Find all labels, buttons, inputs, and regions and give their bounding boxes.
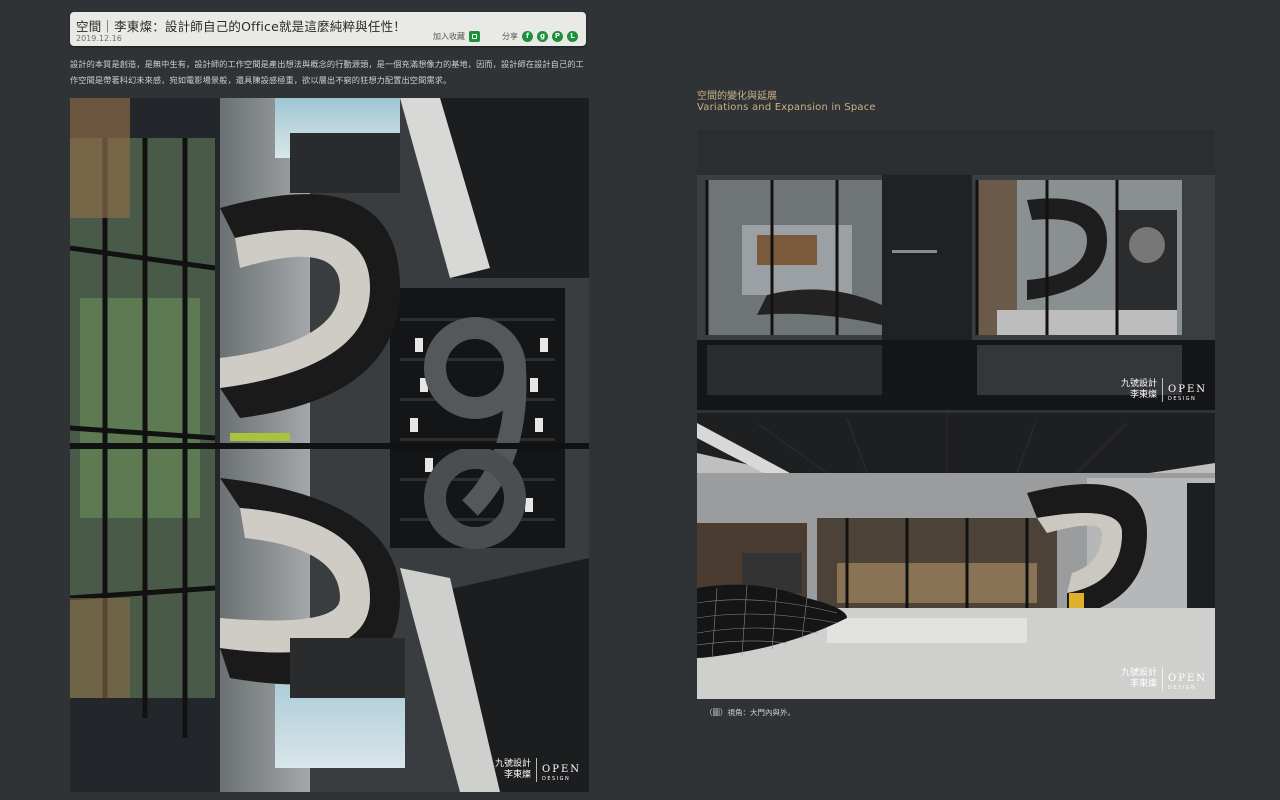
- line-icon[interactable]: L: [567, 31, 578, 42]
- staircase-photo: 九號設計 李東燦 OPEN DESIGN: [70, 98, 589, 792]
- watermark-brand: OPEN: [1168, 384, 1207, 395]
- watermark-company: 九號設計: [1121, 378, 1158, 389]
- watermark-brand: OPEN: [1168, 673, 1207, 684]
- watermark-designer: 李東燦: [504, 769, 532, 780]
- entrance-inside-photo: 九號設計 李東燦 OPEN DESIGN: [697, 413, 1215, 699]
- article-title: 空間｜李東燦：設計師自己的Office就是這麼純粹與任性！: [76, 19, 406, 34]
- facebook-icon[interactable]: f: [522, 31, 533, 42]
- bookmark-icon[interactable]: [469, 31, 480, 42]
- photo-watermark: 九號設計 李東燦 OPEN DESIGN: [495, 757, 581, 782]
- watermark-company: 九號設計: [1121, 667, 1158, 678]
- section-heading-en: Variations and Expansion in Space: [697, 102, 876, 113]
- add-favorite-label[interactable]: 加入收藏: [433, 31, 465, 42]
- plurk-icon[interactable]: P: [552, 31, 563, 42]
- watermark-brand-sub: DESIGN: [1168, 685, 1197, 691]
- article-header: 空間｜李東燦：設計師自己的Office就是這麼純粹與任性！ 2019.12.16…: [70, 12, 586, 46]
- section-heading-cn: 空間的變化與延展: [697, 91, 777, 102]
- watermark-company: 九號設計: [495, 758, 532, 769]
- google-plus-icon[interactable]: g: [537, 31, 548, 42]
- watermark-designer: 李東燦: [1130, 678, 1158, 689]
- article-intro: 設計的本質是創造，是無中生有，設計師的工作空間是產出想法與概念的行動源頭，是一個…: [70, 59, 584, 85]
- share-label: 分享: [502, 32, 518, 41]
- watermark-designer: 李東燦: [1130, 389, 1158, 400]
- watermark-brand-sub: DESIGN: [1168, 396, 1197, 402]
- article-actions: 加入收藏 分享 f g P L: [433, 31, 578, 42]
- entrance-outside-watermark: 九號設計 李東燦 OPEN DESIGN: [1121, 377, 1207, 402]
- article-date: 2019.12.16: [76, 34, 122, 43]
- entrance-inside-watermark: 九號設計 李東燦 OPEN DESIGN: [1121, 666, 1207, 691]
- entrance-outside-photo: 九號設計 李東燦 OPEN DESIGN: [697, 130, 1215, 410]
- watermark-brand: OPEN: [542, 764, 581, 775]
- photo-caption: （圖）視角：大門內與外。: [705, 708, 795, 717]
- watermark-brand-sub: DESIGN: [542, 776, 571, 782]
